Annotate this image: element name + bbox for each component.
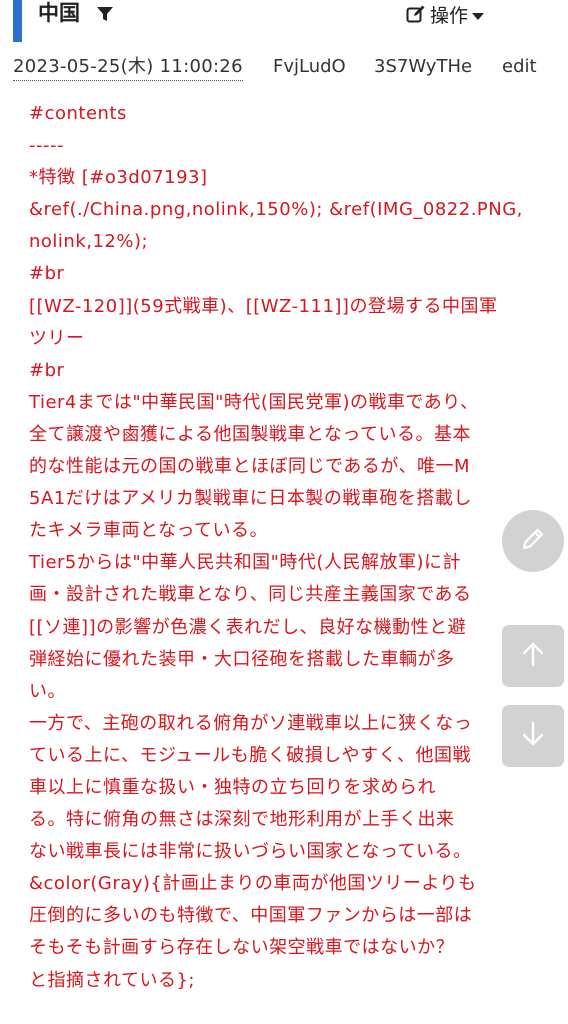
operations-menu-button[interactable]: 操作 bbox=[406, 3, 485, 29]
source-line: [[ソ連]]の影響が色濃く表れだし、良好な機動性と避 bbox=[29, 616, 467, 638]
floating-edit-button[interactable] bbox=[502, 510, 564, 572]
source-line: Tier4までは"中華民国"時代(国民党軍)の戦車であり、 bbox=[29, 391, 479, 413]
scroll-to-bottom-button[interactable] bbox=[502, 705, 564, 767]
source-line: ツリー bbox=[29, 327, 85, 349]
source-line: 画・設計された戦車となり、同じ共産主義国家である bbox=[29, 584, 472, 606]
source-line: たキメラ車両となっている。 bbox=[29, 520, 269, 542]
source-line: 車以上に慎重な扱い・独特の立ち回りを求められ bbox=[29, 776, 436, 798]
accent-bar bbox=[13, 0, 22, 42]
source-line: #contents bbox=[29, 103, 127, 124]
arrow-down-icon bbox=[521, 721, 545, 751]
wiki-source-text: #contents ----- *特徴 [#o3d07193] &ref(./Chin… bbox=[29, 98, 549, 997]
caret-down-icon bbox=[472, 7, 485, 26]
source-line: そもそも計画すら存在しない架空戦車ではないか？ bbox=[29, 937, 455, 959]
source-line: 圧倒的に多いのも特徴で、中国軍ファンからは一部は bbox=[29, 905, 473, 927]
source-line: ----- bbox=[29, 135, 64, 157]
filter-icon[interactable] bbox=[97, 6, 113, 22]
edit-icon bbox=[406, 4, 426, 28]
source-line: *特徴 [#o3d07193] bbox=[29, 167, 208, 189]
source-line: #br bbox=[29, 263, 65, 285]
source-line: #br bbox=[29, 359, 65, 381]
source-line: &color(Gray){計画止まりの車両が他国ツリーよりも bbox=[29, 873, 477, 895]
source-line: nolink,12%); bbox=[29, 231, 149, 253]
revision-datetime[interactable]: 2023-05-25(木) 11:00:26 bbox=[13, 54, 243, 81]
source-line: 全て譲渡や鹵獲による他国製戦車となっている。基本 bbox=[29, 423, 472, 445]
source-line: [[WZ-120]](59式戦車)、[[WZ-111]]の登場する中国軍 bbox=[29, 295, 498, 317]
source-line: る。特に俯角の無さは深刻で地形利用が上手く出来 bbox=[29, 809, 455, 831]
source-line: と指摘されている}; bbox=[29, 969, 195, 991]
user-id-1: FvjLudO bbox=[273, 56, 346, 77]
source-line: い。 bbox=[29, 680, 66, 702]
source-line: 5A1だけはアメリカ製戦車に日本製の戦車砲を搭載し bbox=[29, 488, 472, 510]
edit-link[interactable]: edit bbox=[502, 54, 537, 80]
scroll-to-top-button[interactable] bbox=[502, 625, 564, 687]
source-line: ている上に、モジュールも脆く破損しやすく、他国戦 bbox=[29, 744, 472, 766]
operations-menu-label: 操作 bbox=[430, 5, 469, 27]
pencil-icon bbox=[519, 525, 547, 557]
source-line: 弾経始に優れた装甲・大口径砲を搭載した車輌が多 bbox=[29, 648, 455, 670]
page-header: 中国 操作 bbox=[0, 0, 568, 44]
source-line: 一方で、主砲の取れる俯角がソ連戦車以上に狭くなっ bbox=[29, 712, 473, 734]
page-title: 中国 bbox=[38, 1, 80, 25]
user-id-2: 3S7WyTHe bbox=[374, 56, 473, 77]
source-line: Tier5からは"中華人民共和国"時代(人民解放軍)に計 bbox=[29, 552, 461, 574]
source-line: 的な性能は元の国の戦車とほぼ同じであるが、唯一M bbox=[29, 456, 470, 478]
arrow-up-icon bbox=[521, 641, 545, 671]
source-line: &ref(./China.png,nolink,150%); &ref(IMG_… bbox=[29, 199, 523, 221]
source-line: ない戦車長には非常に扱いづらい国家となっている。 bbox=[29, 841, 472, 863]
